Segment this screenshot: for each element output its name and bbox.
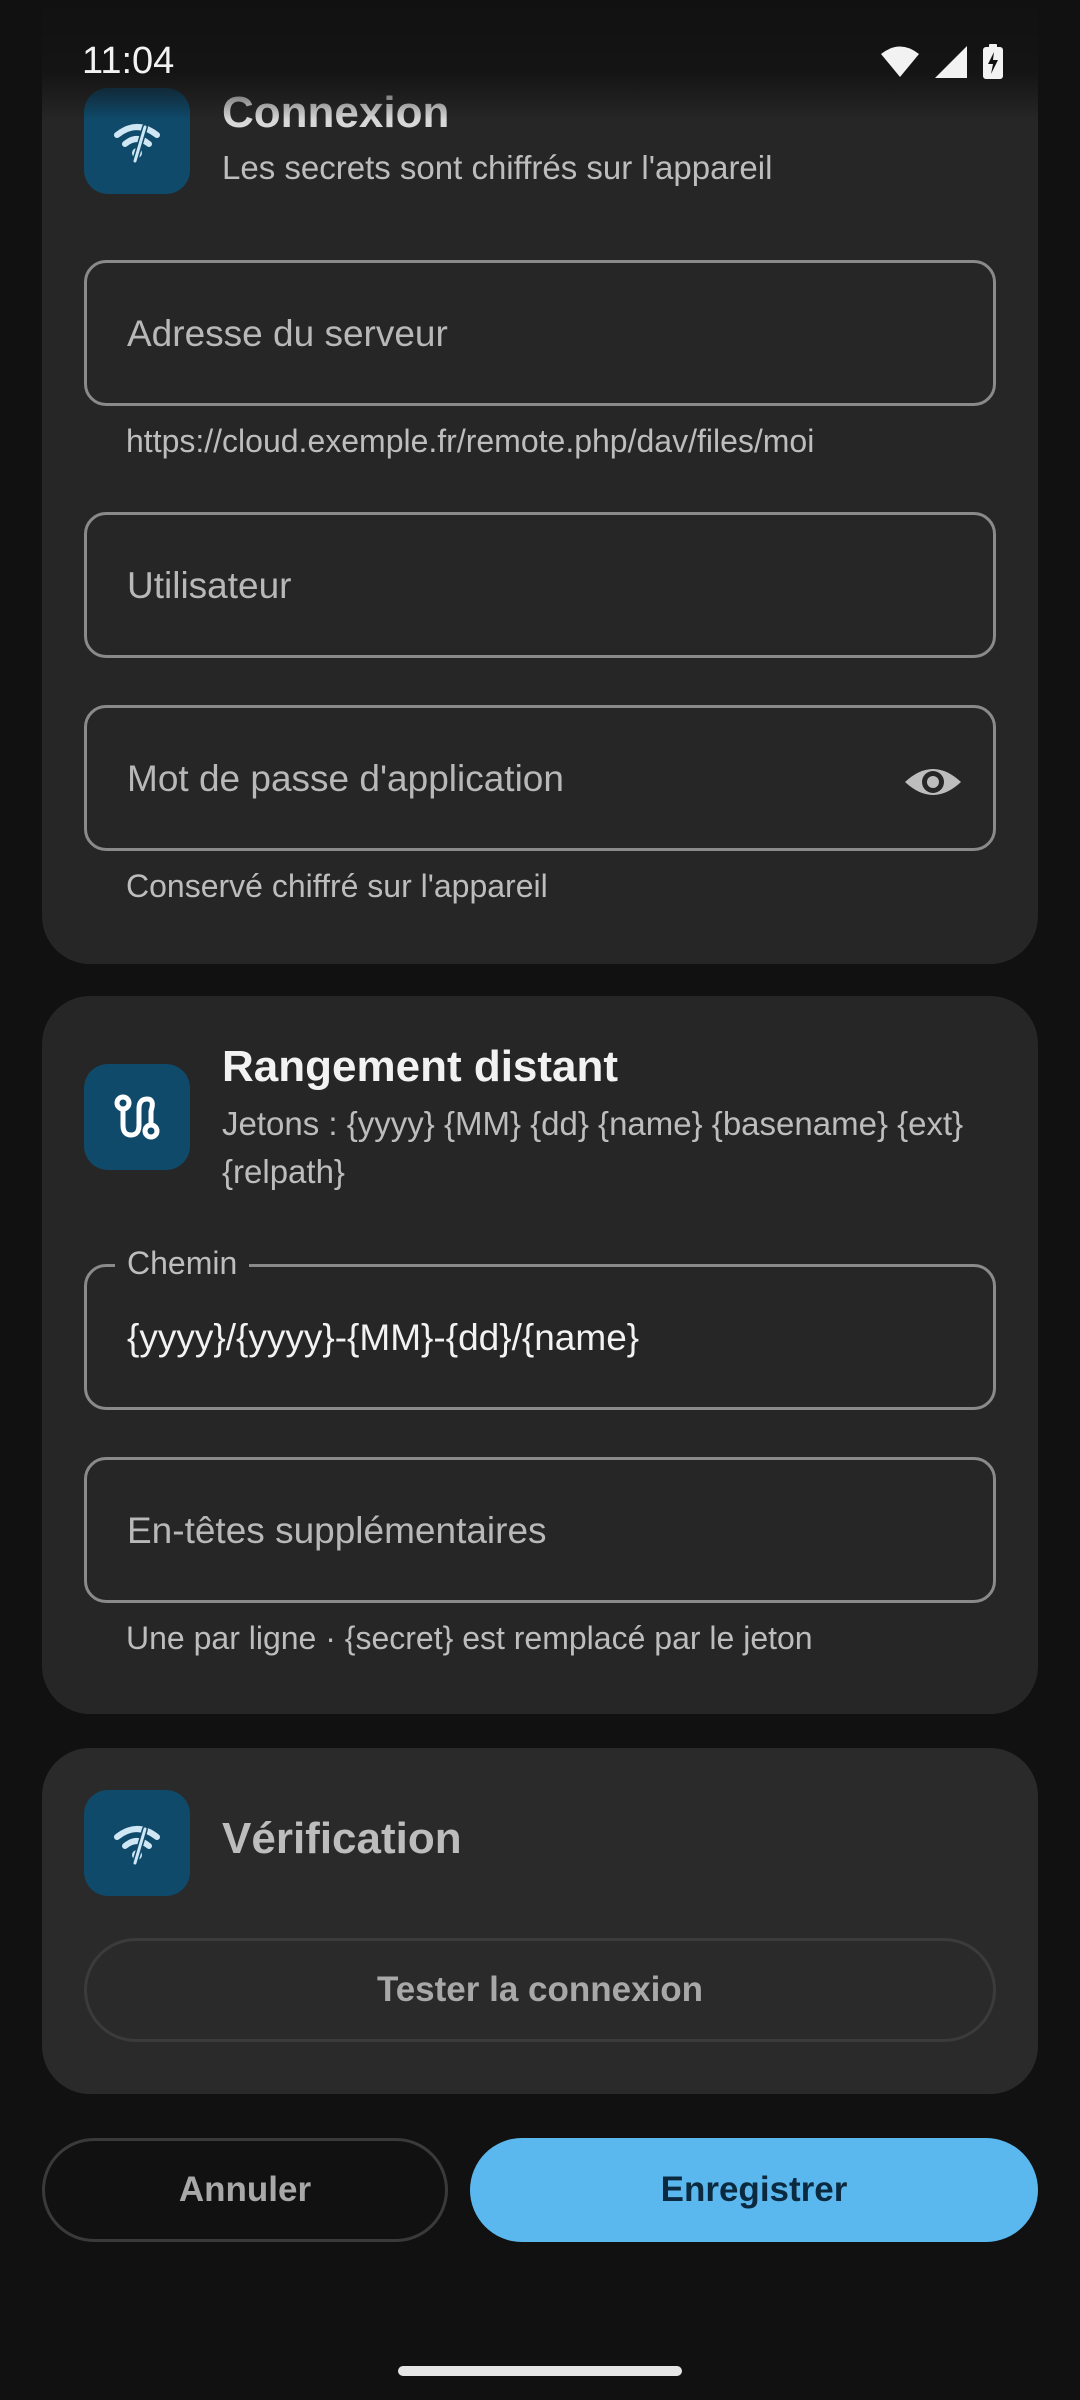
server-address-field[interactable]: Adresse du serveur <box>84 260 996 406</box>
server-address-placeholder: Adresse du serveur <box>127 313 448 354</box>
eye-icon[interactable] <box>903 752 963 812</box>
username-placeholder: Utilisateur <box>127 565 292 606</box>
extra-headers-placeholder: En-têtes supplémentaires <box>127 1510 547 1551</box>
status-bar: 11:04 <box>0 0 1080 120</box>
verification-title: Vérification <box>222 1814 462 1863</box>
path-label: Chemin <box>115 1245 250 1282</box>
home-indicator[interactable] <box>398 2366 682 2376</box>
remote-storage-subtitle: Jetons : {yyyy} {MM} {dd} {name} {basena… <box>222 1105 964 1190</box>
route-icon <box>84 1064 190 1170</box>
extra-headers-field[interactable]: En-têtes supplémentaires <box>84 1457 996 1603</box>
path-value: {yyyy}/{yyyy}-{MM}-{dd}/{name} <box>127 1317 640 1358</box>
connection-subtitle: Les secrets sont chiffrés sur l'appareil <box>222 149 773 186</box>
cancel-button[interactable]: Annuler <box>42 2138 448 2242</box>
wifi-off-icon <box>84 1790 190 1896</box>
extra-headers-helper: Une par ligne · {secret} est remplacé pa… <box>126 1620 813 1656</box>
connection-card: Connexion Les secrets sont chiffrés sur … <box>42 0 1038 964</box>
battery-charging-icon <box>983 44 1003 79</box>
server-address-helper: https://cloud.exemple.fr/remote.php/dav/… <box>126 423 815 459</box>
verification-card: Vérification Tester la connexion <box>42 1748 1038 2094</box>
path-field[interactable]: Chemin {yyyy}/{yyyy}-{MM}-{dd}/{name} <box>84 1245 996 1410</box>
status-time: 11:04 <box>82 40 175 82</box>
signal-icon <box>935 46 967 78</box>
app-password-helper: Conservé chiffré sur l'appareil <box>126 868 548 904</box>
save-button[interactable]: Enregistrer <box>470 2138 1038 2242</box>
app-password-placeholder: Mot de passe d'application <box>127 758 564 799</box>
remote-storage-title: Rangement distant <box>222 1042 619 1091</box>
remote-storage-card: Rangement distant Jetons : {yyyy} {MM} {… <box>42 996 1038 1714</box>
screen: 11:04 Connexion <box>0 0 1080 2400</box>
wifi-icon <box>881 46 919 77</box>
app-password-field[interactable]: Mot de passe d'application <box>84 705 996 851</box>
username-field[interactable]: Utilisateur <box>84 512 996 658</box>
test-connection-button[interactable]: Tester la connexion <box>84 1938 996 2042</box>
status-icons <box>880 44 1004 80</box>
